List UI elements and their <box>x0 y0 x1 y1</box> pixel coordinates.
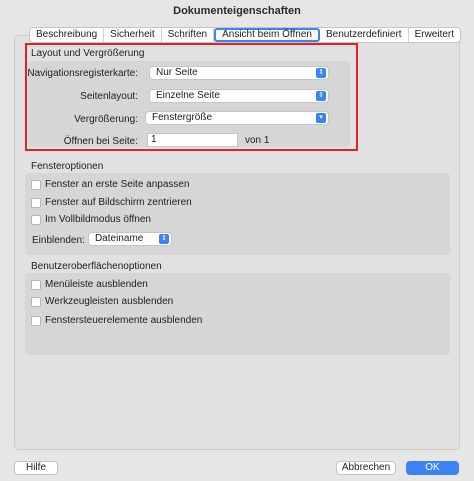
show-value: Dateiname <box>95 233 144 244</box>
tab-erweitert[interactable]: Erweitert <box>408 28 461 42</box>
checkbox-label: Fenster auf Bildschirm zentrieren <box>45 197 192 208</box>
red-highlight-frame <box>25 43 358 151</box>
tab-schriften[interactable]: Schriften <box>161 28 215 42</box>
help-button[interactable]: Hilfe <box>14 461 58 475</box>
tab-bar: Beschreibung Sicherheit Schriften Ansich… <box>29 27 462 43</box>
window-options-title: Fensteroptionen <box>31 161 104 172</box>
checkbox-label: Menüleiste ausblenden <box>45 279 148 290</box>
show-select[interactable]: Dateiname ⇕ <box>88 232 172 246</box>
checkbox-box[interactable] <box>31 179 41 190</box>
checkbox-box[interactable] <box>31 296 41 307</box>
checkbox-center-window[interactable]: Fenster auf Bildschirm zentrieren <box>31 197 192 208</box>
checkbox-box[interactable] <box>31 197 41 208</box>
checkbox-hide-toolbars[interactable]: Werkzeugleisten ausblenden <box>31 296 173 307</box>
checkbox-fit-first-page[interactable]: Fenster an erste Seite anpassen <box>31 179 190 190</box>
tab-ansicht-beim-oeffnen[interactable]: Ansicht beim Öffnen <box>214 28 320 42</box>
checkbox-label: Fenstersteuerelemente ausblenden <box>45 315 203 326</box>
checkbox-box[interactable] <box>31 214 41 225</box>
cancel-button[interactable]: Abbrechen <box>336 461 396 475</box>
checkbox-hide-menubar[interactable]: Menüleiste ausblenden <box>31 279 148 290</box>
show-label: Einblenden: <box>32 235 85 246</box>
checkbox-box[interactable] <box>31 315 41 326</box>
checkbox-label: Werkzeugleisten ausblenden <box>45 296 174 307</box>
checkbox-fullscreen[interactable]: Im Vollbildmodus öffnen <box>31 214 151 225</box>
tab-sicherheit[interactable]: Sicherheit <box>104 28 162 42</box>
updown-chevron-icon: ⇕ <box>159 234 169 244</box>
checkbox-hide-window-controls[interactable]: Fenstersteuerelemente ausblenden <box>31 315 202 326</box>
ok-button[interactable]: OK <box>406 461 459 475</box>
tab-beschreibung[interactable]: Beschreibung <box>30 28 105 42</box>
checkbox-label: Im Vollbildmodus öffnen <box>45 214 151 225</box>
tab-benutzerdefiniert[interactable]: Benutzerdefiniert <box>319 28 409 42</box>
checkbox-label: Fenster an erste Seite anpassen <box>45 179 190 190</box>
checkbox-box[interactable] <box>31 279 41 290</box>
ui-options-title: Benutzeroberflächenoptionen <box>31 261 162 272</box>
window-title: Dokumenteigenschaften <box>0 0 474 22</box>
